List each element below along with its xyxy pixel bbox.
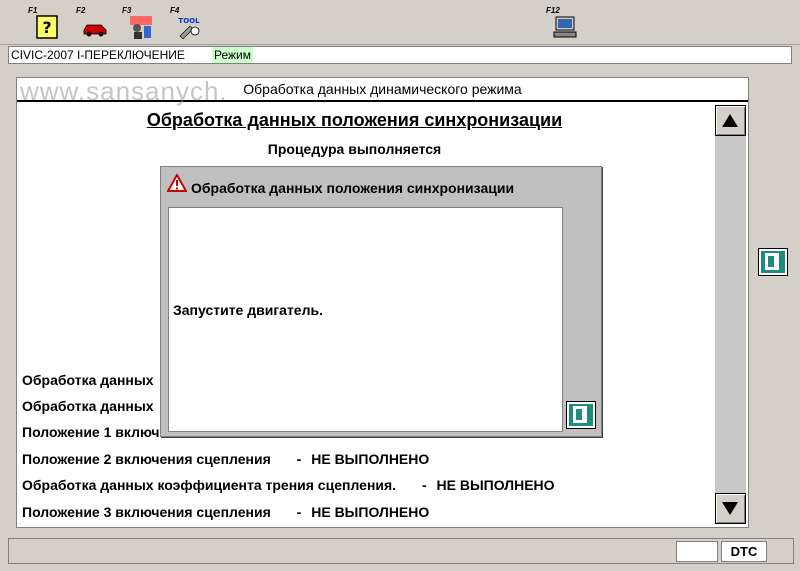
tool-icon: TOOL xyxy=(178,17,200,40)
result-line: Положение 2 включения сцепления - НЕ ВЫП… xyxy=(22,451,429,467)
svg-text:?: ? xyxy=(42,18,51,37)
dialog-exit-button[interactable] xyxy=(566,401,596,429)
vehicle-label: CIVIC-2007 I-ПЕРЕКЛЮЧЕНИЕ xyxy=(11,48,185,62)
warning-icon xyxy=(167,174,187,192)
computer-icon xyxy=(553,16,577,38)
result-separator: - xyxy=(296,504,302,520)
result-status: НЕ ВЫПОЛНЕНО xyxy=(436,477,555,493)
toolbar: F1 ? F2 F3 F4 TOOL F12 xyxy=(0,0,800,45)
result-status: НЕ ВЫПОЛНЕНО xyxy=(311,451,430,467)
result-text: Положение 3 включения сцепления xyxy=(22,504,271,520)
dialog-message: Запустите двигатель. xyxy=(173,302,323,318)
watermark: www.sansanych. xyxy=(20,76,228,106)
mode-label: Режим xyxy=(212,47,253,63)
dialog-title: Обработка данных положения синхронизации xyxy=(191,180,515,196)
page-heading: Обработка данных положения синхронизации xyxy=(146,110,563,130)
result-line: Обработка данных коэффициента трения сце… xyxy=(22,477,555,493)
arrow-down-icon xyxy=(722,502,738,515)
svg-text:TOOL: TOOL xyxy=(178,17,200,25)
dtc-count-field xyxy=(676,541,718,562)
message-dialog: Обработка данных положения синхронизации… xyxy=(160,166,602,437)
f12-computer-button[interactable]: F12 xyxy=(546,6,580,42)
result-text: Обработка данных xyxy=(22,398,154,414)
result-line: Положение 3 включения сцепления - НЕ ВЫП… xyxy=(22,504,429,520)
result-text: Положение 1 включ xyxy=(22,424,160,440)
bottom-bar: DTC xyxy=(8,538,794,564)
dialog-body: Запустите двигатель. xyxy=(168,207,563,432)
f2-vehicle-button[interactable]: F2 xyxy=(76,6,110,42)
help-icon: ? xyxy=(36,15,58,39)
result-line: Положение 1 включ xyxy=(22,424,160,440)
arrow-up-icon xyxy=(722,114,738,127)
result-line: Обработка данных xyxy=(22,398,154,414)
result-line: Обработка данных xyxy=(22,372,154,388)
f3-diagnostics-button[interactable]: F3 xyxy=(122,6,156,42)
f4-tool-button[interactable]: F4 TOOL xyxy=(170,6,204,42)
result-separator: - xyxy=(296,451,302,467)
dtc-button[interactable]: DTC xyxy=(721,541,767,562)
scroll-up-button[interactable] xyxy=(715,105,746,136)
result-text: Обработка данных xyxy=(22,372,154,388)
scroll-down-button[interactable] xyxy=(715,493,746,524)
procedure-status: Процедура выполняется xyxy=(267,141,442,157)
f1-help-button[interactable]: F1 ? xyxy=(28,6,62,42)
result-status: НЕ ВЫПОЛНЕНО xyxy=(311,504,430,520)
result-text: Положение 2 включения сцепления xyxy=(22,451,271,467)
mechanic-icon xyxy=(130,16,152,39)
result-text: Обработка данных коэффициента трения сце… xyxy=(22,477,397,493)
exit-button[interactable] xyxy=(758,248,788,276)
scrollbar[interactable] xyxy=(715,105,746,524)
result-separator: - xyxy=(421,477,427,493)
status-bar: CIVIC-2007 I-ПЕРЕКЛЮЧЕНИЕ Режим xyxy=(8,46,792,64)
car-icon xyxy=(83,24,107,37)
